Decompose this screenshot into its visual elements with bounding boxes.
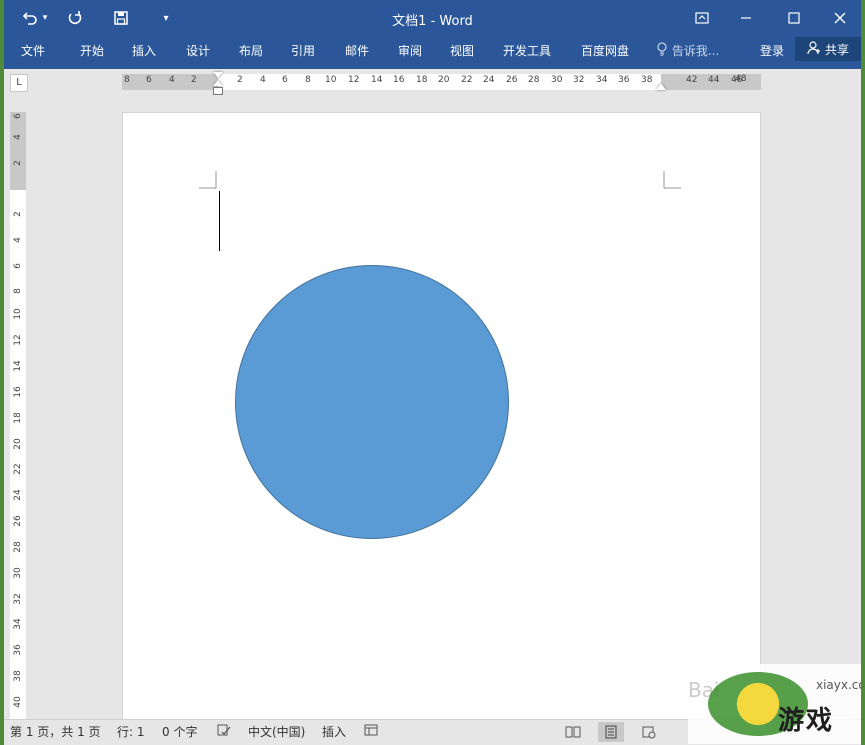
word-window: ▾ ▾ 文档1 - Word 文件 开始 插入 设计 布局 引用 邮件 审阅 视… [4, 0, 861, 745]
ruler-tick: 30 [551, 75, 563, 85]
minimize-icon[interactable] [726, 4, 766, 32]
maximize-icon[interactable] [774, 4, 814, 32]
ruler-tick: 14 [13, 360, 23, 372]
tab-view[interactable]: 视图 [450, 40, 474, 62]
ruler-tick: 4 [13, 134, 23, 140]
ruler-tick: 14 [371, 75, 383, 85]
top-right-margin-mark [663, 171, 681, 189]
tab-design[interactable]: 设计 [186, 40, 210, 62]
ribbon-tabs: 文件 开始 插入 设计 布局 引用 邮件 审阅 视图 开发工具 百度网盘 告诉我… [4, 36, 861, 69]
horizontal-ruler[interactable]: 8 6 4 2 2 4 6 8 10 12 14 16 18 20 22 24 … [122, 72, 761, 95]
title-bar: ▾ ▾ 文档1 - Word [4, 0, 861, 36]
ruler-tick: 2 [13, 211, 23, 217]
sign-in-link[interactable]: 登录 [760, 40, 784, 62]
ruler-tick: 34 [13, 618, 23, 630]
tell-me-label: 告诉我... [671, 44, 720, 58]
ruler-tick: 2 [13, 160, 23, 166]
ruler-tick: 4 [13, 237, 23, 243]
ruler-tick: 28 [528, 75, 540, 85]
ruler-tick: 18 [13, 412, 23, 424]
ruler-tick: 24 [483, 75, 495, 85]
ruler-tick: 8 [305, 75, 311, 85]
ruler-tick: 38 [13, 670, 23, 682]
close-icon[interactable] [820, 4, 860, 32]
web-layout-icon[interactable] [636, 722, 662, 742]
ruler-tick: 30 [13, 567, 23, 579]
tab-layout[interactable]: 布局 [239, 40, 263, 62]
ruler-tick: 10 [13, 308, 23, 320]
word-count[interactable]: 0 个字 [162, 723, 197, 740]
ruler-tick: 20 [438, 75, 450, 85]
ruler-tick: 40 [13, 696, 23, 708]
share-button[interactable]: 共享 [795, 37, 861, 61]
tab-selector[interactable]: L [10, 74, 28, 92]
ruler-tick: 32 [573, 75, 585, 85]
document-page[interactable] [122, 112, 761, 724]
share-label: 共享 [824, 42, 849, 57]
top-left-margin-mark [199, 171, 217, 189]
read-mode-icon[interactable] [560, 722, 586, 742]
tab-insert[interactable]: 插入 [132, 40, 156, 62]
ruler-tick: 18 [416, 75, 428, 85]
site-watermark: Bai xiayx.com 游戏 [688, 664, 861, 744]
tab-references[interactable]: 引用 [291, 40, 315, 62]
ruler-tick: 38 [641, 75, 653, 85]
ruler-tick: 20 [13, 438, 23, 450]
line-number[interactable]: 行: 1 [117, 723, 145, 740]
ruler-tick: 4 [260, 75, 266, 85]
lightbulb-icon [656, 41, 668, 63]
right-indent-marker[interactable] [656, 83, 666, 90]
proofing-icon[interactable] [217, 723, 231, 740]
ruler-tick: 26 [506, 75, 518, 85]
tab-mailings[interactable]: 邮件 [345, 40, 369, 62]
ruler-tick: 44 [708, 75, 720, 85]
person-add-icon [807, 40, 821, 58]
ribbon-display-options-icon[interactable] [682, 4, 722, 32]
ruler-tick: 6 [146, 75, 152, 85]
ruler-tick: 8 [124, 75, 130, 85]
ruler-tick: 6 [13, 113, 23, 119]
text-cursor [219, 191, 220, 251]
ruler-tick: 26 [13, 515, 23, 527]
insert-mode[interactable]: 插入 [322, 723, 346, 740]
macro-recording-icon[interactable] [364, 723, 378, 740]
ruler-tick: 16 [393, 75, 405, 85]
ruler-tick: 22 [13, 463, 23, 475]
ruler-tick: 6 [282, 75, 288, 85]
ruler-tick: 34 [596, 75, 608, 85]
ruler-tick: 2 [191, 75, 197, 85]
tab-developer[interactable]: 开发工具 [503, 40, 551, 62]
tab-baidu-netdisk[interactable]: 百度网盘 [581, 40, 629, 62]
page-count[interactable]: 第 1 页，共 1 页 [10, 723, 101, 740]
tell-me-box[interactable]: 告诉我... [656, 40, 719, 62]
tab-file[interactable]: 文件 [21, 40, 45, 62]
ruler-tick: 36 [618, 75, 630, 85]
left-indent-marker[interactable] [213, 87, 223, 95]
ruler-tick: 4 [169, 75, 175, 85]
watermark-text: 游戏 [778, 706, 835, 736]
language[interactable]: 中文(中国) [248, 723, 305, 740]
watermark-url: xiayx.com [816, 678, 861, 692]
ruler-tick: 36 [13, 644, 23, 656]
first-line-indent-marker[interactable] [213, 72, 223, 78]
print-layout-icon[interactable] [598, 722, 624, 742]
circle-shape[interactable] [235, 265, 509, 539]
vertical-ruler[interactable]: 6 4 2 2 4 6 8 10 12 14 16 18 20 22 24 26… [10, 112, 26, 719]
ruler-tick: 42 [686, 75, 698, 85]
ruler-tick: 16 [13, 386, 23, 398]
ruler-tick: 12 [348, 75, 360, 85]
ruler-tick: 10 [325, 75, 337, 85]
ruler-tick: 28 [13, 541, 23, 553]
hanging-indent-marker[interactable] [213, 80, 223, 86]
ruler-tick: 12 [13, 334, 23, 346]
ruler-tick: 6 [13, 263, 23, 269]
ruler-tick: 32 [13, 593, 23, 605]
ruler-tick: 2 [237, 75, 243, 85]
tab-review[interactable]: 审阅 [398, 40, 422, 62]
ruler-tick: 24 [13, 489, 23, 501]
ruler-tick: 48 [735, 74, 747, 84]
tab-home[interactable]: 开始 [80, 40, 104, 62]
ruler-tick: 8 [13, 288, 23, 294]
ruler-tick: 22 [461, 75, 473, 85]
